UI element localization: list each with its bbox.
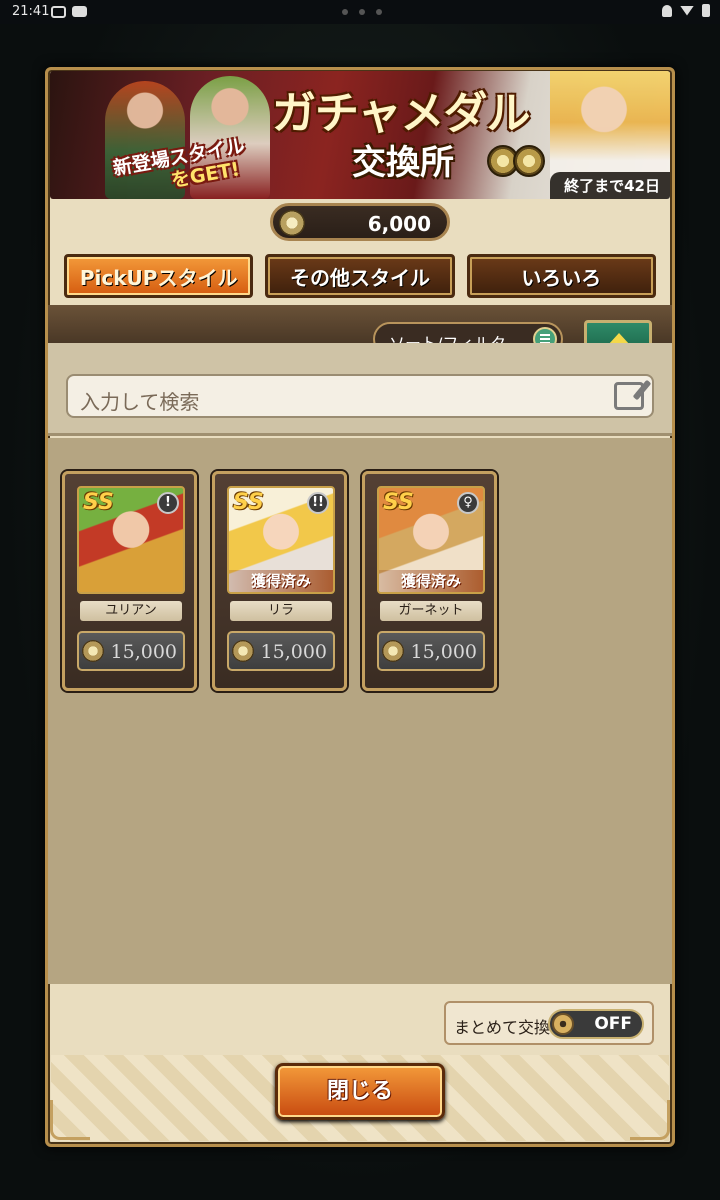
medal-amount: 6,000 <box>367 212 431 236</box>
medal-balance: 6,000 <box>270 203 450 241</box>
style-type-icon: !! <box>307 492 329 514</box>
banner-subtitle: 交換所 <box>352 143 454 183</box>
exchange-price[interactable]: 15,000 <box>377 631 485 671</box>
bulk-exchange: まとめて交換 OFF <box>444 1001 654 1045</box>
category-tabs: PickUPスタイル その他スタイル いろいろ <box>64 254 656 298</box>
style-type-icon: ! <box>157 492 179 514</box>
tab-other-style[interactable]: その他スタイル <box>265 254 455 298</box>
edit-icon[interactable] <box>614 382 644 410</box>
owned-badge: 獲得済み <box>229 570 333 592</box>
toggle-state: OFF <box>594 1014 632 1034</box>
owned-badge: 獲得済み <box>379 570 483 592</box>
rank-badge: SS <box>383 490 414 515</box>
status-bar: 21:41 <box>0 0 720 24</box>
medal-coin-icon <box>382 640 404 662</box>
bulk-exchange-toggle[interactable]: OFF <box>548 1009 644 1039</box>
frame-corner-ornament <box>50 1100 90 1140</box>
status-time: 21:41 <box>12 4 50 19</box>
rank-badge: SS <box>83 490 114 515</box>
page-dots <box>342 9 382 15</box>
wifi-icon <box>680 5 694 16</box>
notification-off-icon <box>662 4 672 17</box>
style-type-icon: ♀ <box>457 492 479 514</box>
style-card-julian[interactable]: SS ! ユリアン 15,000 <box>62 471 197 691</box>
character-name: ユリアン <box>80 601 182 621</box>
toggle-knob-icon <box>552 1013 574 1035</box>
search-placeholder: 入力して検索 <box>80 390 200 414</box>
banner-title: ガチャメダル <box>272 88 531 139</box>
medal-coin-icon <box>232 640 254 662</box>
tab-pickup-style[interactable]: PickUPスタイル <box>64 254 254 298</box>
close-button[interactable]: 閉じる <box>275 1063 445 1120</box>
medal-icon <box>513 145 545 177</box>
search-input[interactable]: 入力して検索 <box>66 374 654 418</box>
price-value: 15,000 <box>410 641 477 663</box>
rank-badge: SS <box>233 490 264 515</box>
price-value: 15,000 <box>260 641 327 663</box>
bulk-exchange-label: まとめて交換 <box>454 1018 551 1037</box>
screenshot-icon <box>51 6 66 18</box>
medal-coin-icon <box>82 640 104 662</box>
filter-bar <box>48 305 672 343</box>
youtube-icon <box>72 6 87 17</box>
medal-coin-icon <box>279 210 305 236</box>
frame-corner-ornament <box>630 1100 670 1140</box>
price-value: 15,000 <box>110 641 177 663</box>
character-portrait: SS ! <box>77 486 185 594</box>
exchange-price[interactable]: 15,000 <box>77 631 185 671</box>
character-portrait: SS !! 獲得済み <box>227 486 335 594</box>
character-name: ガーネット <box>380 601 482 621</box>
style-card-garnet[interactable]: SS ♀ 獲得済み ガーネット 15,000 <box>362 471 497 691</box>
banner-medals <box>487 145 545 177</box>
character-name: リラ <box>230 601 332 621</box>
battery-icon <box>702 4 710 17</box>
deadline-label: 終了まで42日 <box>550 172 670 199</box>
character-portrait: SS ♀ 獲得済み <box>377 486 485 594</box>
event-banner[interactable]: ガチャメダル 交換所 新登場スタイル をGET! 終了まで42日 <box>50 71 670 199</box>
status-icons <box>662 4 710 17</box>
style-card-lira[interactable]: SS !! 獲得済み リラ 15,000 <box>212 471 347 691</box>
exchange-price[interactable]: 15,000 <box>227 631 335 671</box>
tab-misc[interactable]: いろいろ <box>466 254 656 298</box>
